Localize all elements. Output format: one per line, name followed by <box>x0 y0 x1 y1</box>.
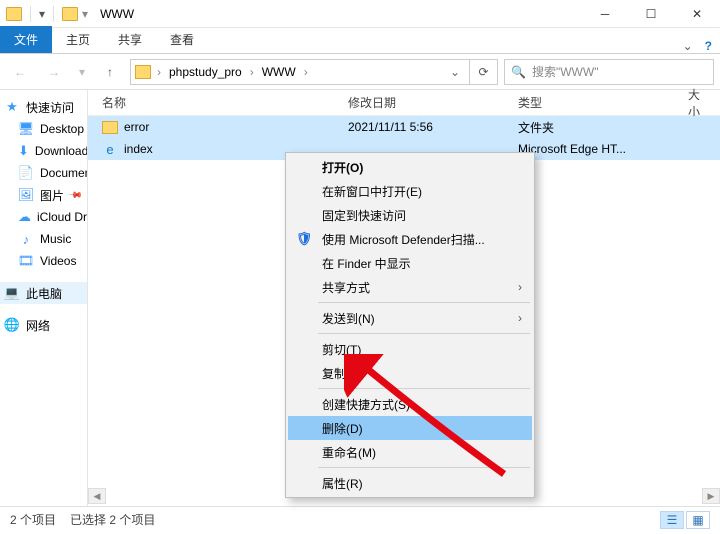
documents-icon: 📄 <box>18 165 34 181</box>
address-dropdown-icon[interactable]: ⌄ <box>445 65 465 79</box>
sidebar-item-music[interactable]: ♪Music <box>0 228 87 250</box>
ctx-open[interactable]: 打开(O) <box>288 155 532 179</box>
star-icon: ★ <box>4 99 20 115</box>
sidebar-item-videos[interactable]: 🎞Videos <box>0 250 87 272</box>
title-folder-icon <box>62 7 78 21</box>
qat-down-icon[interactable]: ▾ <box>82 7 88 21</box>
submenu-arrow-icon: › <box>518 280 522 294</box>
ribbon-tabs: 文件 主页 共享 查看 ⌄ ? <box>0 28 720 54</box>
status-item-count: 2 个项目 <box>10 511 56 528</box>
network-icon: 🌐 <box>4 317 20 333</box>
tab-share[interactable]: 共享 <box>104 26 156 53</box>
cloud-icon: ☁ <box>18 209 31 225</box>
col-size[interactable]: 大小 <box>688 86 720 120</box>
nav-up-button[interactable]: ↑ <box>96 58 124 86</box>
column-header-row: 名称 修改日期 类型 大小 <box>88 90 720 116</box>
ctx-separator <box>318 467 530 468</box>
ribbon-expand-icon[interactable]: ⌄ <box>683 39 693 53</box>
window-titlebar: ▾ ▾ WWW ─ ☐ ✕ <box>0 0 720 28</box>
crumb-parent[interactable]: phpstudy_pro <box>167 65 244 79</box>
nav-history-button[interactable]: ▾ <box>74 58 90 86</box>
qat-icon[interactable]: ▾ <box>39 7 45 21</box>
downloads-icon: ⬇ <box>18 143 29 159</box>
nav-bar: ← → ▾ ↑ › phpstudy_pro › WWW › ⌄ ⟳ 🔍 搜索"… <box>0 54 720 90</box>
videos-icon: 🎞 <box>18 253 34 269</box>
ctx-finder-show[interactable]: 在 Finder 中显示 <box>288 251 532 275</box>
sidebar-item-icloud[interactable]: ☁iCloud Drive (M <box>0 206 87 228</box>
submenu-arrow-icon: › <box>518 311 522 325</box>
ctx-separator <box>318 302 530 303</box>
sidebar-network[interactable]: 🌐网络 <box>0 314 87 336</box>
shield-icon: 🛡 <box>296 231 312 247</box>
refresh-button[interactable]: ⟳ <box>470 59 498 85</box>
nav-back-button[interactable]: ← <box>6 58 34 86</box>
sidebar-item-downloads[interactable]: ⬇Downloads <box>0 140 87 162</box>
pictures-icon: 🖼 <box>18 187 34 203</box>
tab-view[interactable]: 查看 <box>156 26 208 53</box>
ctx-cut[interactable]: 剪切(T) <box>288 337 532 361</box>
view-icons-button[interactable]: ▦ <box>686 511 710 529</box>
maximize-button[interactable]: ☐ <box>628 0 674 28</box>
status-bar: 2 个项目 已选择 2 个项目 ☰ ▦ <box>0 506 720 532</box>
hscroll-left[interactable]: ◀ <box>88 488 106 504</box>
tab-home[interactable]: 主页 <box>52 26 104 53</box>
music-icon: ♪ <box>18 231 34 247</box>
file-row[interactable]: error 2021/11/11 5:56 文件夹 <box>88 116 720 138</box>
chevron-right-icon: › <box>302 65 310 79</box>
close-button[interactable]: ✕ <box>674 0 720 28</box>
address-bar[interactable]: › phpstudy_pro › WWW › ⌄ <box>130 59 470 85</box>
col-date[interactable]: 修改日期 <box>348 94 518 111</box>
ctx-separator <box>318 333 530 334</box>
chevron-right-icon: › <box>155 65 163 79</box>
search-icon: 🔍 <box>511 65 526 79</box>
sidebar: ★快速访问 🖥Desktop ⬇Downloads 📄Documents 🖼图片… <box>0 90 88 506</box>
ctx-create-shortcut[interactable]: 创建快捷方式(S) <box>288 392 532 416</box>
ctx-send-to[interactable]: 发送到(N)› <box>288 306 532 330</box>
search-placeholder: 搜索"WWW" <box>532 63 599 80</box>
ctx-defender-scan[interactable]: 🛡使用 Microsoft Defender扫描... <box>288 227 532 251</box>
hscroll-right[interactable]: ▶ <box>702 488 720 504</box>
help-icon[interactable]: ? <box>705 39 712 53</box>
sidebar-this-pc[interactable]: 💻此电脑 <box>0 282 87 304</box>
context-menu: 打开(O) 在新窗口中打开(E) 固定到快速访问 🛡使用 Microsoft D… <box>285 152 535 498</box>
folder-icon <box>102 121 118 134</box>
ctx-delete[interactable]: 删除(D) <box>288 416 532 440</box>
window-title: WWW <box>94 7 582 21</box>
pc-icon: 💻 <box>4 285 20 301</box>
ctx-separator <box>318 388 530 389</box>
sidebar-item-documents[interactable]: 📄Documents <box>0 162 87 184</box>
ctx-open-new-window[interactable]: 在新窗口中打开(E) <box>288 179 532 203</box>
chevron-right-icon: › <box>248 65 256 79</box>
ctx-share[interactable]: 共享方式› <box>288 275 532 299</box>
edge-icon: e <box>102 141 118 157</box>
col-type[interactable]: 类型 <box>518 94 688 111</box>
address-folder-icon <box>135 65 151 79</box>
ctx-rename[interactable]: 重命名(M) <box>288 440 532 464</box>
nav-forward-button[interactable]: → <box>40 58 68 86</box>
tab-file[interactable]: 文件 <box>0 26 52 53</box>
sidebar-quick-access[interactable]: ★快速访问 <box>0 96 87 118</box>
ctx-pin-quick-access[interactable]: 固定到快速访问 <box>288 203 532 227</box>
app-folder-icon <box>6 7 22 21</box>
ctx-copy[interactable]: 复制(C) <box>288 361 532 385</box>
col-name[interactable]: 名称 <box>88 94 348 111</box>
sidebar-item-desktop[interactable]: 🖥Desktop <box>0 118 87 140</box>
ctx-properties[interactable]: 属性(R) <box>288 471 532 495</box>
view-details-button[interactable]: ☰ <box>660 511 684 529</box>
sidebar-item-pictures[interactable]: 🖼图片 <box>0 184 87 206</box>
crumb-current[interactable]: WWW <box>260 65 298 79</box>
desktop-icon: 🖥 <box>18 121 34 137</box>
minimize-button[interactable]: ─ <box>582 0 628 28</box>
status-selected-count: 已选择 2 个项目 <box>70 511 155 528</box>
search-input[interactable]: 🔍 搜索"WWW" <box>504 59 714 85</box>
